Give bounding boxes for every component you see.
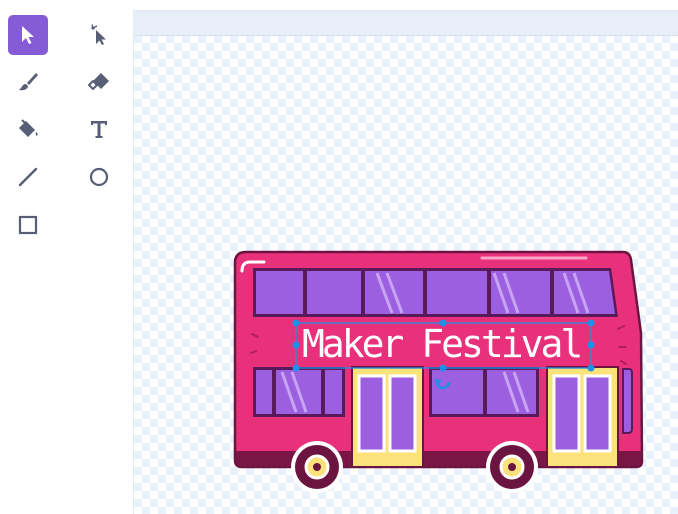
door-window [583,374,612,453]
paint-canvas[interactable] [133,10,678,514]
rear-window [622,368,633,434]
door-window [388,374,417,453]
reshape-pointer-icon [91,24,106,45]
reshape-tool[interactable] [79,15,119,55]
text-icon [91,121,107,138]
eraser-icon [88,73,109,90]
door-window [552,374,581,453]
text-tool[interactable] [79,109,119,149]
door-window [357,374,386,453]
circle-tool[interactable] [79,157,119,197]
select-tool[interactable] [8,15,48,55]
eraser-tool[interactable] [79,62,119,102]
lower-window [432,370,483,414]
circle-icon [89,167,109,187]
line-tool[interactable] [8,157,48,197]
lower-window [325,370,342,414]
bus-costume[interactable] [134,11,678,514]
line-icon [18,167,38,187]
paint-toolbar [0,0,132,513]
upper-window [427,271,487,314]
costume-text-input[interactable] [298,324,592,364]
fill-tool[interactable] [8,109,48,149]
paint-bucket-icon [19,119,38,137]
upper-window [554,271,615,314]
bus-wheel [291,441,343,493]
brush-tool[interactable] [8,62,48,102]
bus-wheel [486,441,538,493]
lower-window [256,370,272,414]
arrow-pointer-icon [22,26,34,44]
rectangle-tool[interactable] [8,205,48,245]
upper-window [307,271,361,314]
brush-icon [19,73,38,91]
upper-window [256,271,303,314]
rectangle-icon [18,215,38,235]
